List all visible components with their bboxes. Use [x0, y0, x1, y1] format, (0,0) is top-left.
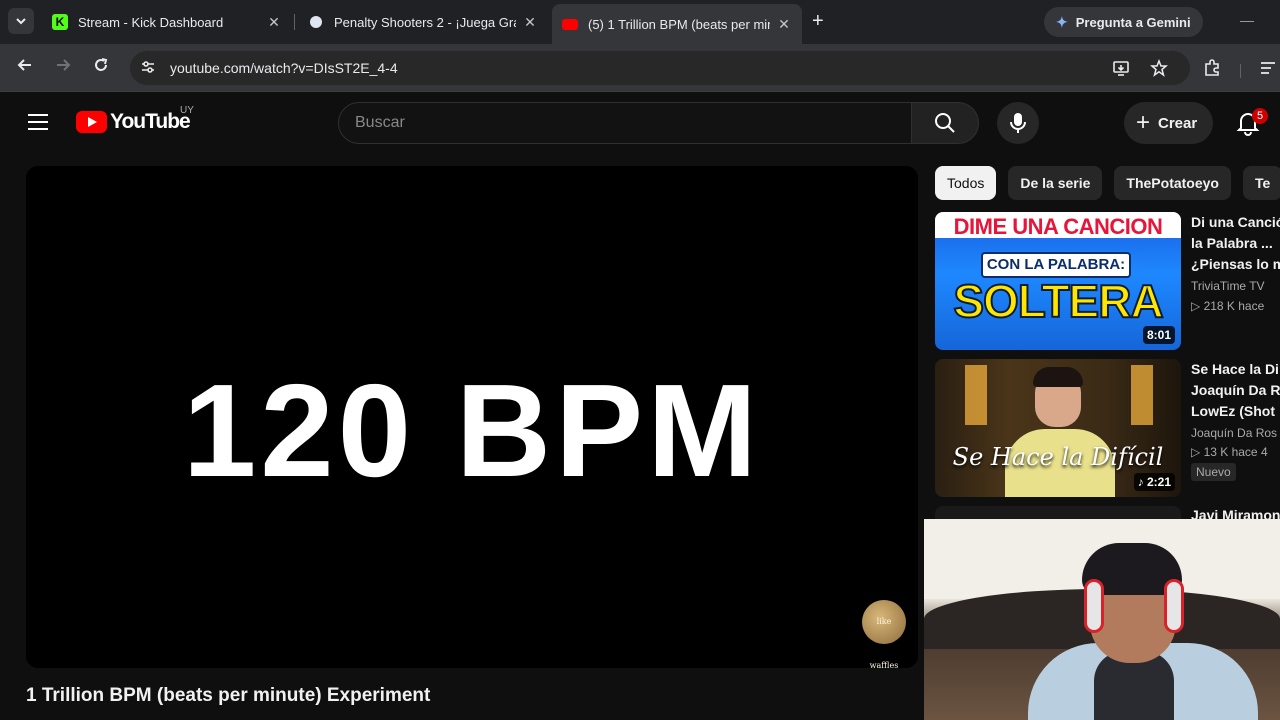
- search-button[interactable]: [911, 102, 979, 144]
- video-title: 1 Trillion BPM (beats per minute) Experi…: [26, 685, 431, 706]
- tab-divider: [294, 14, 295, 30]
- thumb-text-top: DIME UNA CANCION: [953, 214, 1163, 239]
- new-badge: Nuevo: [1191, 463, 1236, 481]
- youtube-header: YouTube UY + Crear 5: [0, 92, 1280, 154]
- search-box: [338, 102, 912, 144]
- headphones-right: [1164, 579, 1184, 633]
- search-input[interactable]: [339, 103, 911, 143]
- thumb-text: Se Hace la Difícil: [952, 443, 1164, 471]
- reload-icon: [95, 58, 108, 71]
- channel-name[interactable]: TriviaTime TV: [1191, 279, 1280, 293]
- gemini-label: Pregunta a Gemini: [1075, 14, 1191, 30]
- chip-thepotatoeyo[interactable]: ThePotatoeyo: [1114, 166, 1231, 200]
- thumb-text-big: SOLTERA: [952, 274, 1164, 328]
- video-title-line[interactable]: LowEz (Shot: [1191, 401, 1280, 422]
- video-overlay-text: 120 BPM: [182, 357, 762, 504]
- browser-tabstrip: K Stream - Kick Dashboard ✕ Penalty Shoo…: [0, 0, 1280, 44]
- chip-more[interactable]: Te: [1243, 166, 1280, 200]
- menu-icon[interactable]: [28, 114, 48, 130]
- video-player[interactable]: 120 BPM like waffles: [26, 166, 918, 668]
- site-settings-icon[interactable]: [140, 59, 160, 78]
- video-stats: ▷ 218 K hace: [1191, 299, 1265, 313]
- notification-badge: 5: [1252, 108, 1268, 124]
- close-icon[interactable]: ✕: [776, 16, 792, 33]
- tab-penalty-shooters[interactable]: Penalty Shooters 2 - ¡Juega Gratis ✕: [298, 6, 548, 38]
- video-title-line[interactable]: Di una Canción: [1191, 212, 1280, 233]
- tab-kick[interactable]: K Stream - Kick Dashboard ✕: [42, 6, 292, 38]
- reading-list-icon[interactable]: [1258, 58, 1278, 82]
- search-icon: [935, 113, 955, 133]
- gemini-button[interactable]: ✦ Pregunta a Gemini: [1044, 7, 1203, 37]
- forward-button[interactable]: [51, 56, 75, 80]
- plus-icon: +: [1136, 109, 1151, 136]
- thumb-person-hair: [1033, 367, 1083, 387]
- bookmark-star-icon[interactable]: [1150, 58, 1168, 81]
- webcam-overlay: [924, 519, 1280, 720]
- tab-title: Penalty Shooters 2 - ¡Juega Gratis: [334, 14, 516, 30]
- toolbar-divider: [1240, 64, 1241, 78]
- chip-todos[interactable]: Todos: [935, 166, 997, 200]
- close-icon[interactable]: ✕: [522, 14, 538, 31]
- arrow-left-icon: [17, 59, 31, 71]
- recommendation-item[interactable]: DIME UNA CANCION CON LA PALABRA: SOLTERA…: [935, 212, 1280, 352]
- recommendation-item[interactable]: Se Hace la Difícil ♪ 2:21 Se Hace la Di …: [935, 359, 1280, 499]
- browser-toolbar: youtube.com/watch?v=DIsST2E_4-4: [0, 44, 1280, 92]
- tab-title: (5) 1 Trillion BPM (beats per minute): [588, 16, 770, 32]
- headphones-left: [1084, 579, 1104, 633]
- video-title-line[interactable]: Joaquín Da R: [1191, 380, 1280, 401]
- video-duration: ♪ 2:21: [1133, 473, 1175, 491]
- recommendation-item[interactable]: Javi Miramon: [935, 506, 1280, 520]
- chevron-down-icon: [16, 18, 26, 25]
- thumb-window: [965, 365, 987, 425]
- video-thumbnail[interactable]: [935, 506, 1181, 520]
- reload-button[interactable]: [89, 56, 113, 80]
- gemini-icon: ✦: [1056, 13, 1068, 30]
- video-meta: Di una Canción la Palabra ... ¿Piensas l…: [1191, 212, 1280, 313]
- minimize-button[interactable]: —: [1240, 12, 1254, 28]
- video-thumbnail[interactable]: Se Hace la Difícil ♪ 2:21: [935, 359, 1181, 497]
- install-app-icon[interactable]: [1112, 59, 1130, 81]
- youtube-icon: [562, 18, 578, 30]
- video-thumbnail[interactable]: DIME UNA CANCION CON LA PALABRA: SOLTERA…: [935, 212, 1181, 350]
- video-stats: ▷ 13 K hace 4: [1191, 445, 1268, 459]
- video-title-line[interactable]: la Palabra ...: [1191, 233, 1280, 254]
- address-bar[interactable]: youtube.com/watch?v=DIsST2E_4-4: [130, 51, 1190, 85]
- voice-search-button[interactable]: [997, 102, 1039, 144]
- back-button[interactable]: [13, 56, 37, 80]
- extensions-icon[interactable]: [1202, 58, 1222, 82]
- logo-wordmark: YouTube: [110, 110, 191, 133]
- channel-watermark[interactable]: like waffles: [862, 600, 906, 668]
- filter-chips: Todos De la serie ThePotatoeyo Te: [935, 166, 1280, 200]
- arrow-right-icon: [57, 59, 71, 71]
- thumb-window: [1131, 365, 1153, 425]
- new-tab-button[interactable]: +: [812, 10, 824, 33]
- video-title-line[interactable]: Se Hace la Di: [1191, 359, 1280, 380]
- video-title-line[interactable]: ¿Piensas lo m: [1191, 254, 1280, 275]
- create-label: Crear: [1158, 114, 1198, 132]
- youtube-logo[interactable]: YouTube UY: [76, 105, 194, 134]
- video-duration: 8:01: [1142, 326, 1175, 344]
- close-icon[interactable]: ✕: [266, 14, 282, 31]
- video-meta: Se Hace la Di Joaquín Da R LowEz (Shot J…: [1191, 359, 1280, 481]
- chip-de-la-serie[interactable]: De la serie: [1008, 166, 1103, 200]
- tab-youtube[interactable]: (5) 1 Trillion BPM (beats per minute) ✕: [552, 4, 802, 44]
- url-text: youtube.com/watch?v=DIsST2E_4-4: [170, 60, 398, 76]
- kick-icon: K: [52, 14, 68, 30]
- country-code: UY: [180, 105, 194, 116]
- microphone-icon: [1010, 113, 1026, 133]
- tab-title: Stream - Kick Dashboard: [78, 14, 224, 30]
- tab-search-button[interactable]: [8, 8, 34, 34]
- globe-icon: [310, 16, 322, 28]
- channel-name[interactable]: Joaquín Da Ros: [1191, 426, 1280, 440]
- youtube-play-icon: [76, 111, 107, 133]
- create-button[interactable]: + Crear: [1124, 102, 1214, 144]
